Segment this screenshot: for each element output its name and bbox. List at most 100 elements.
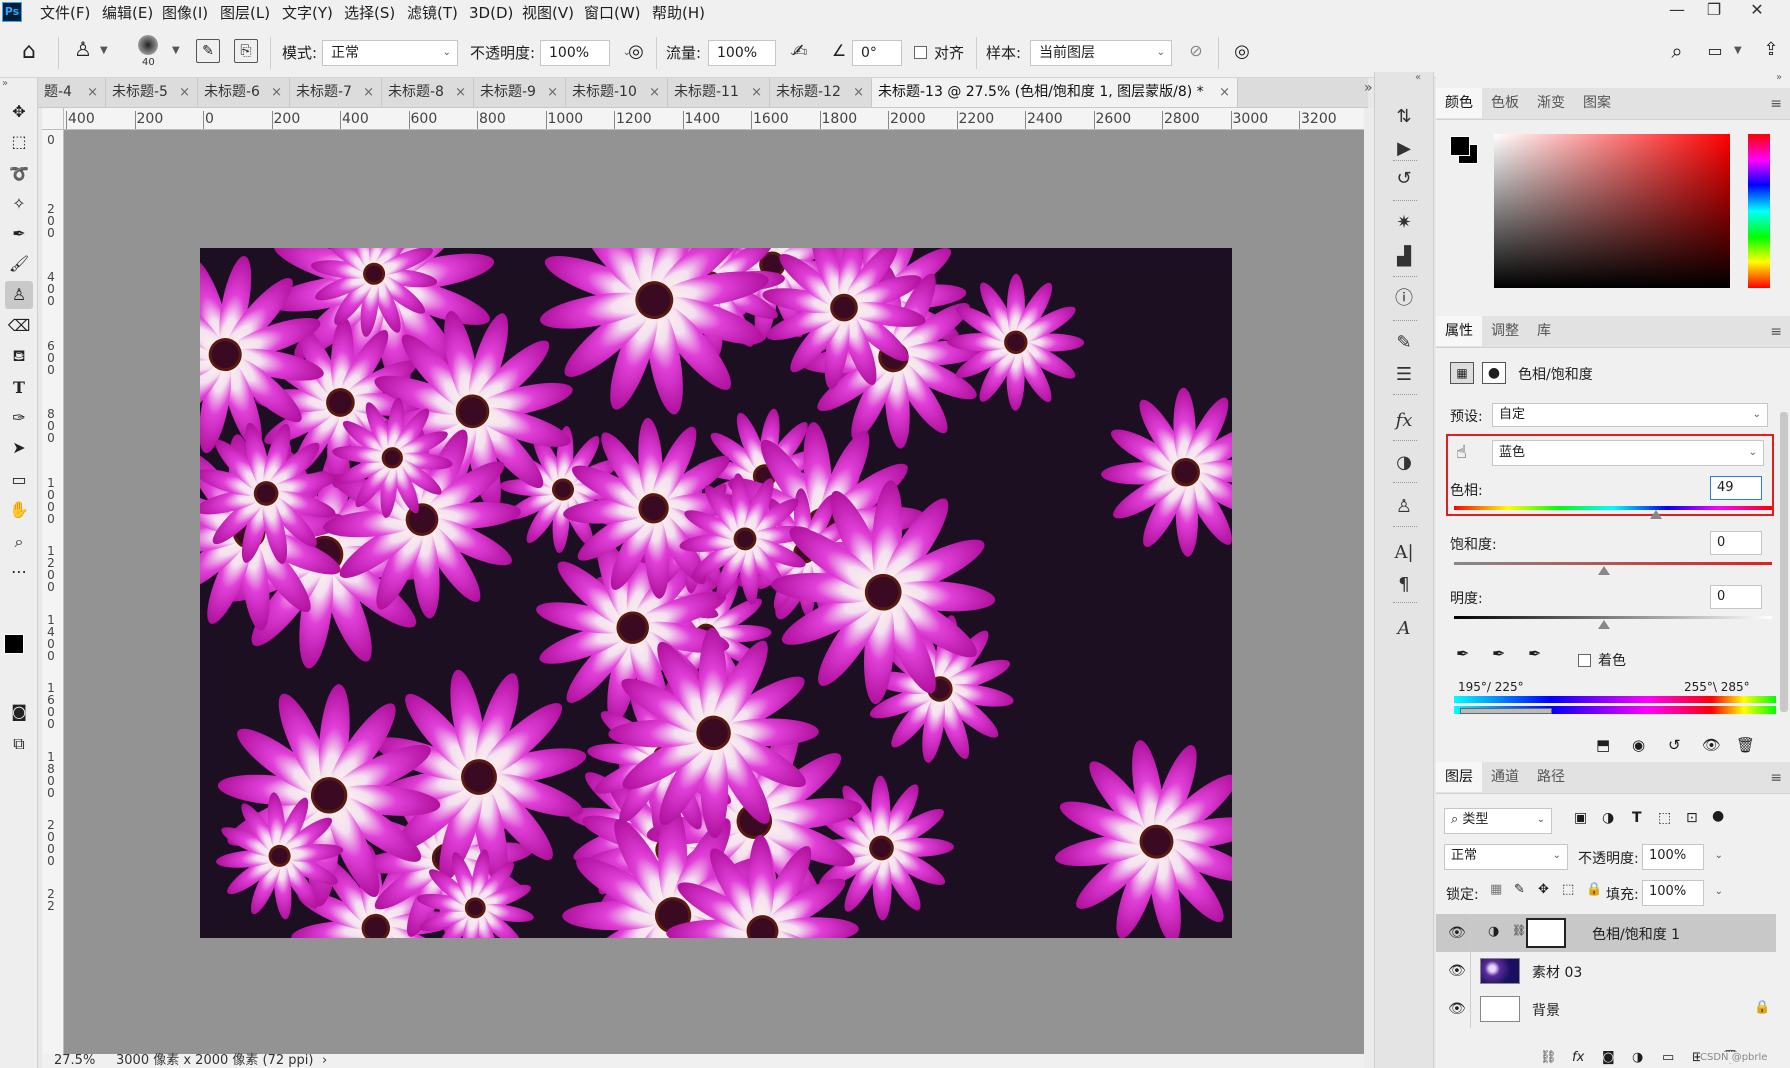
share-icon[interactable]: ⇪ (1758, 39, 1784, 65)
filter-toggle-icon[interactable]: ● (1712, 808, 1724, 824)
brush-settings-icon[interactable]: ✎ (1389, 328, 1419, 358)
workspace-icon[interactable]: ▭ (1704, 41, 1726, 63)
layer-visibility-icon[interactable]: 👁 (1448, 963, 1466, 979)
close-tab-icon[interactable]: × (87, 78, 98, 107)
color-field[interactable] (1494, 134, 1730, 288)
layer-thumbnail[interactable] (1480, 996, 1520, 1022)
clone-source-icon[interactable]: ⎘ (234, 39, 258, 63)
document-tab[interactable]: 未标题-12 × (770, 78, 872, 107)
tabs-overflow-icon[interactable]: » (1364, 80, 1373, 96)
layer-row[interactable]: 👁 素材 03 (1436, 952, 1776, 990)
layer-mask-thumbnail[interactable] (1526, 918, 1566, 948)
layer-name[interactable]: 素材 03 (1532, 962, 1582, 982)
document-tab[interactable]: 未标题-9 × (474, 78, 566, 107)
measurement-icon[interactable]: ⇅ (1389, 102, 1419, 132)
properties-scrollbar[interactable] (1780, 412, 1788, 712)
navigator-icon[interactable]: ✷ (1389, 208, 1419, 238)
panel-tab[interactable]: 色板 (1482, 88, 1528, 118)
menu-item[interactable]: 窗口(W) (582, 0, 643, 27)
hue-spectrum-slider[interactable] (1748, 134, 1770, 288)
panel-tab[interactable]: 颜色 (1436, 88, 1482, 118)
smart-object-filter-icon[interactable]: ⊡ (1686, 810, 1698, 826)
layer-filter-select[interactable]: ⌕ 类型 ⌄ (1444, 808, 1552, 834)
marquee-tool-icon[interactable]: ⬚ (5, 128, 33, 156)
type-filter-icon[interactable]: T (1632, 810, 1642, 826)
close-tab-icon[interactable]: × (649, 78, 660, 107)
layer-mask-icon[interactable]: ● (1482, 362, 1506, 384)
lock-transparency-icon[interactable]: ▦ (1490, 882, 1502, 897)
layer-style-fx-icon[interactable]: fx (1572, 1050, 1584, 1065)
visibility-icon[interactable]: 👁 (1702, 736, 1721, 754)
zoom-level[interactable]: 27.5% (54, 1054, 95, 1068)
link-layers-icon[interactable]: ⛓ (1540, 1050, 1557, 1065)
panel-menu-icon[interactable]: ≡ (1770, 770, 1782, 786)
more-tools-icon[interactable]: ⋯ (5, 558, 33, 586)
info-icon[interactable]: ⓘ (1389, 284, 1419, 314)
search-icon[interactable]: ⌕ (1664, 39, 1690, 65)
targeted-adjustment-hand-icon[interactable]: ☝ (1456, 442, 1467, 463)
rectangle-tool-icon[interactable]: ▭ (5, 466, 33, 494)
lock-pixels-icon[interactable]: ✎ (1514, 882, 1525, 897)
close-tab-icon[interactable]: × (853, 78, 864, 107)
type-tool-icon[interactable]: T (5, 374, 33, 402)
document-tab[interactable]: 未标题-8 × (382, 78, 474, 107)
hue-slider-track[interactable] (1454, 506, 1772, 510)
document-tab[interactable]: 未标题-13 @ 27.5% (色相/饱和度 1, 图层蒙版/8) * × (872, 78, 1238, 107)
panel-tab[interactable]: 渐变 (1528, 88, 1574, 118)
document-tab[interactable]: 未标题-6 × (198, 78, 290, 107)
layer-row[interactable]: 👁 ◑ ⛓ 色相/饱和度 1 (1436, 914, 1776, 952)
document-tab[interactable]: 未标题-7 × (290, 78, 382, 107)
menu-item[interactable]: 文件(F) (38, 0, 92, 27)
home-icon[interactable]: ⌂ (16, 39, 42, 65)
layer-thumbnail[interactable] (1480, 958, 1520, 984)
expand-icon[interactable]: » (2, 78, 8, 89)
close-tab-icon[interactable]: × (751, 78, 762, 107)
minimize-button[interactable]: — (1660, 0, 1694, 22)
hue-input[interactable]: 49 (1710, 476, 1762, 500)
styles-fx-icon[interactable]: fx (1389, 406, 1419, 436)
panel-tab[interactable]: 路径 (1528, 762, 1574, 792)
close-tab-icon[interactable]: × (455, 78, 466, 107)
range-slider[interactable] (1460, 708, 1552, 714)
document-tab[interactable]: 未标题-10 × (566, 78, 668, 107)
menu-item[interactable]: 文字(Y) (280, 0, 335, 27)
adjustment-filter-icon[interactable]: ◑ (1602, 810, 1614, 826)
chevron-down-icon[interactable]: ▼ (172, 45, 180, 56)
adjustments-icon[interactable]: ☰ (1389, 360, 1419, 390)
blend-mode-select[interactable]: 正常 ⌄ (1444, 844, 1568, 870)
menu-item[interactable]: 3D(D) (467, 0, 515, 27)
panel-tab[interactable]: 图案 (1574, 88, 1620, 118)
chevron-down-icon[interactable]: ▼ (100, 45, 108, 56)
airbrush-icon[interactable]: ✍ (788, 41, 812, 65)
menu-item[interactable]: 滤镜(T) (405, 0, 460, 27)
history-icon[interactable]: ↺ (1389, 164, 1419, 194)
close-tab-icon[interactable]: × (179, 78, 190, 107)
close-button[interactable]: ✕ (1740, 0, 1774, 22)
preset-select[interactable]: 自定 ⌄ (1492, 403, 1768, 427)
zoom-tool-icon[interactable]: ⌕ (5, 528, 33, 556)
chevron-down-icon[interactable]: ▼ (1734, 45, 1742, 56)
reset-icon[interactable]: ↺ (1668, 736, 1681, 754)
foreground-color-swatch[interactable] (4, 634, 24, 654)
menu-item[interactable]: 选择(S) (342, 0, 397, 27)
quick-select-icon[interactable]: ✧ (5, 190, 33, 218)
new-group-icon[interactable]: ▭ (1662, 1050, 1674, 1065)
panel-tab[interactable]: 图层 (1436, 762, 1482, 792)
flow-input[interactable]: 100% ⌄ (708, 40, 797, 66)
canvas-scrollbar[interactable] (1364, 108, 1374, 1068)
fill-input[interactable]: 100% ⌄ (1642, 880, 1723, 906)
pixel-filter-icon[interactable]: ▣ (1574, 810, 1587, 826)
status-arrow-icon[interactable]: › (322, 1054, 327, 1068)
new-adjustment-icon[interactable]: ◑ (1632, 1050, 1643, 1065)
menu-item[interactable]: 编辑(E) (100, 0, 155, 27)
eraser-tool-icon[interactable]: ⌫ (5, 312, 33, 340)
layer-row[interactable]: 👁 🔒 背景 (1436, 990, 1776, 1028)
layer-visibility-icon[interactable]: 👁 (1448, 925, 1466, 941)
lightness-slider-track[interactable] (1454, 616, 1772, 619)
tool-presets-icon[interactable]: ♙ (1389, 492, 1419, 522)
mode-select[interactable]: 正常 ⌄ (322, 40, 458, 66)
ignore-adjustment-icon[interactable]: ⊘ (1184, 41, 1208, 65)
adjustment-layer-icon[interactable]: ▦ (1450, 362, 1474, 384)
panel-tab[interactable]: 通道 (1482, 762, 1528, 792)
lightness-slider-thumb[interactable] (1598, 620, 1610, 629)
